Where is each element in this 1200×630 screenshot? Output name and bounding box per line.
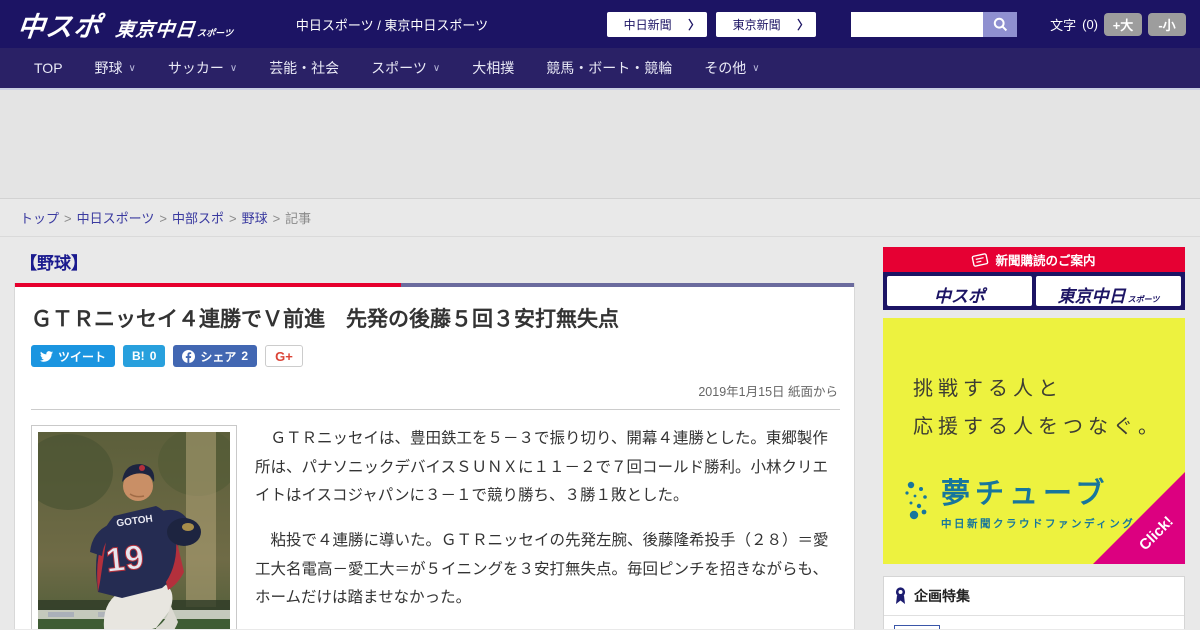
breadcrumb-separator: >: [228, 211, 237, 226]
breadcrumb-current: 記事: [285, 211, 312, 226]
nav-item-entertainment[interactable]: 芸能・社会: [269, 58, 339, 78]
tokyo-shimbun-button[interactable]: 東京新聞 〉: [716, 11, 817, 37]
site-title: 中日スポーツ / 東京中日スポーツ: [295, 17, 489, 33]
chevron-down-icon: ∨: [229, 62, 238, 74]
yume-tube-ad-banner[interactable]: 挑戦する人と 応援する人をつなぐ。 夢チューブ 中日新聞クラウドファンディング …: [883, 318, 1185, 564]
feature-section-header: 企画特集: [884, 577, 1184, 616]
facebook-share-button[interactable]: シェア 2: [173, 345, 258, 367]
feature-section-title: 企画特集: [914, 588, 970, 604]
chunichi-shimbun-button[interactable]: 中日新聞 〉: [607, 11, 708, 37]
chevron-down-icon: ∨: [432, 62, 441, 74]
article-title: ＧＴＲニッセイ４連勝でＶ前進 先発の後藤５回３安打無失点: [31, 308, 619, 331]
nav-item-top[interactable]: TOP: [34, 60, 63, 76]
sidebar: 新聞購読のご案内 中スポ 東京中日 スポーツ 挑戦する人と 応援する人をつなぐ。: [883, 247, 1185, 629]
tokyo-chunichi-subscribe-button[interactable]: 東京中日 スポーツ: [1036, 276, 1181, 306]
subscription-widget[interactable]: 新聞購読のご案内 中スポ 東京中日 スポーツ: [883, 247, 1185, 310]
nav-item-sports[interactable]: スポーツ ∨: [371, 58, 440, 78]
chevron-down-icon: ∨: [752, 62, 760, 74]
main-content: 【野球】 ＧＴＲニッセイ４連勝でＶ前進 先発の後藤５回３安打無失点 ツイート B…: [0, 237, 1200, 629]
google-plus-icon: G+: [275, 348, 293, 364]
chevron-down-icon: ∨: [128, 62, 136, 74]
twitter-bird-icon: [40, 350, 53, 362]
nav-item-soccer[interactable]: サッカー ∨: [168, 58, 237, 78]
article-column: 【野球】 ＧＴＲニッセイ４連勝でＶ前進 先発の後藤５回３安打無失点 ツイート B…: [14, 237, 855, 629]
subscription-logos: 中スポ 東京中日 スポーツ: [883, 272, 1185, 310]
site-header: 中スポ 東京中日 スポーツ 中日スポーツ / 東京中日スポーツ 中日新聞 〉 東…: [0, 0, 1200, 48]
ribbon-icon: [895, 587, 906, 604]
subscription-banner-label: 新聞購読のご案内: [995, 254, 1096, 268]
feature-item-dragons-shop[interactable]: 中日新聞ドラゴンズショップ: [884, 616, 1184, 629]
breadcrumb-separator: >: [64, 211, 72, 226]
click-ribbon: [1093, 472, 1185, 564]
subscription-banner[interactable]: 新聞購読のご案内: [883, 247, 1185, 272]
tokyo-shimbun-label: 東京新聞: [732, 17, 781, 32]
ad-copy: 挑戦する人と 応援する人をつなぐ。: [913, 378, 1163, 438]
search-icon: [993, 17, 1007, 31]
paragraph: 粘投で４連勝に導いた。ＧＴＲニッセイの先発左腕、後藤隆希投手（２８）＝愛工大名電…: [255, 532, 829, 607]
main-nav: TOP 野球 ∨ サッカー ∨ 芸能・社会 スポーツ ∨ 大相撲 競馬・ボート・競輪 …: [0, 48, 1200, 90]
article-meta: 2019年1月15日 紙面から: [31, 367, 840, 410]
nav-item-baseball[interactable]: 野球 ∨: [95, 58, 136, 78]
breadcrumb-separator: >: [159, 211, 167, 226]
search-button[interactable]: [983, 11, 1018, 37]
header-controls: 中日新聞 〉 東京新聞 〉 文字 (0) +大 -小: [607, 11, 1186, 37]
nav-item-racing[interactable]: 競馬・ボート・競輪: [546, 58, 672, 78]
google-plus-button[interactable]: G+: [265, 345, 303, 367]
font-size-controls: 文字 (0) +大 -小: [1050, 12, 1186, 36]
leaderboard-ad-slot: [0, 90, 1200, 198]
logo-chuspo: 中スポ: [16, 11, 104, 42]
pitcher-photo-illustration: GOTOH 19: [38, 432, 230, 629]
font-size-label: 文字: [1050, 17, 1077, 33]
font-smaller-button[interactable]: -小: [1148, 12, 1186, 36]
hatena-icon: B!: [132, 349, 145, 363]
chuspo-subscribe-button[interactable]: 中スポ: [887, 276, 1032, 306]
chevron-right-icon: 〉: [688, 17, 701, 32]
section-label: 【野球】: [20, 254, 88, 273]
logo-sports-suffix: スポーツ: [196, 27, 234, 38]
nav-item-other[interactable]: その他 ∨: [704, 58, 759, 78]
newspaper-icon: [972, 252, 989, 267]
dots-pattern-icon: [905, 481, 927, 519]
nav-item-sumo[interactable]: 大相撲: [472, 58, 514, 78]
breadcrumb: トップ > 中日スポーツ > 中部スポ > 野球 > 記事: [0, 198, 1200, 237]
article-text: ＧＴＲニッセイは、豊田鉄工を５－３で振り切り、開幕４連勝とした。東郷製作所は、パ…: [255, 425, 840, 629]
share-buttons: ツイート B! 0 シェア 2 G+: [31, 345, 840, 367]
breadcrumb-link-top[interactable]: トップ: [20, 211, 59, 226]
font-size-count: (0): [1082, 16, 1098, 32]
facebook-icon: [182, 349, 196, 363]
search-input[interactable]: [851, 11, 984, 37]
hatena-bookmark-button[interactable]: B! 0: [123, 345, 166, 367]
article-photo[interactable]: GOTOH 19: [31, 425, 237, 629]
facebook-share-label: シェア: [200, 349, 237, 364]
font-larger-button[interactable]: +大: [1104, 12, 1142, 36]
breadcrumb-link-chunichi-sports[interactable]: 中日スポーツ: [77, 211, 155, 226]
article-body: GOTOH 19 ＧＴＲニッセイは、豊田鉄工を５－３で振り切り、開幕４連勝とした…: [31, 425, 840, 629]
breadcrumb-link-chubu-spo[interactable]: 中部スポ: [172, 211, 224, 226]
tweet-button[interactable]: ツイート: [31, 345, 116, 367]
site-logo[interactable]: 中スポ 東京中日 スポーツ: [16, 5, 236, 44]
hatena-count: 0: [149, 349, 157, 363]
search-box: [851, 11, 1018, 37]
paragraph: ＧＴＲニッセイは、豊田鉄工を５－３で振り切り、開幕４連勝とした。東郷製作所は、パ…: [255, 430, 829, 505]
tweet-label: ツイート: [58, 349, 107, 364]
feature-item-thumbnail: [894, 625, 940, 629]
breadcrumb-link-baseball[interactable]: 野球: [242, 211, 268, 226]
chunichi-shimbun-label: 中日新聞: [623, 17, 672, 32]
article-card: ＧＴＲニッセイ４連勝でＶ前進 先発の後藤５回３安打無失点 ツイート B! 0 シ…: [14, 283, 855, 629]
chevron-right-icon: 〉: [797, 17, 810, 32]
breadcrumb-separator: >: [272, 211, 281, 226]
logo-tokyo-chunichi: 東京中日: [114, 19, 197, 41]
jersey-number-text: 19: [104, 538, 146, 580]
feature-section: 企画特集 中日新聞ドラゴンズショップ: [883, 576, 1185, 629]
article-date: 2019年1月15日 紙面から: [698, 385, 838, 399]
facebook-share-count: 2: [241, 349, 249, 363]
